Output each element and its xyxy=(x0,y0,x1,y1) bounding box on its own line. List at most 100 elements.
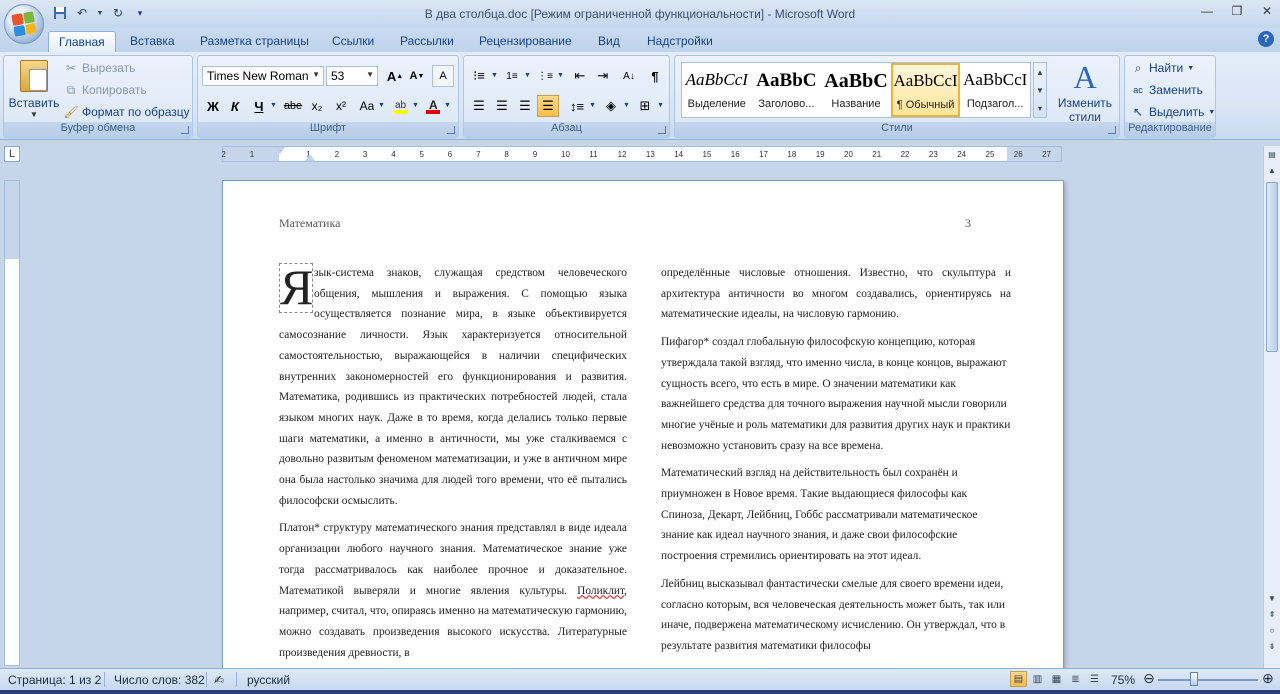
zoom-slider-thumb[interactable] xyxy=(1190,672,1198,686)
copy-button[interactable]: ⧉ Копировать xyxy=(64,80,147,100)
outline-view-icon[interactable]: ≣ xyxy=(1067,671,1084,687)
office-button[interactable] xyxy=(4,4,44,44)
tab-selector[interactable]: L xyxy=(4,146,20,162)
tab-insert[interactable]: Вставка xyxy=(120,31,185,52)
style-heading[interactable]: AaBbC Заголово... xyxy=(752,63,822,117)
decrease-indent-button[interactable]: ⇤ xyxy=(569,65,591,87)
align-center-button[interactable]: ☰ xyxy=(491,95,513,117)
increase-indent-button[interactable]: ⇥ xyxy=(592,65,614,87)
dialog-launcher-icon[interactable] xyxy=(658,126,666,134)
change-case-button[interactable]: Aa xyxy=(356,95,378,117)
paste-button[interactable]: Вставить ▼ xyxy=(8,60,60,120)
chevron-down-icon[interactable]: ▼ xyxy=(270,102,277,109)
subscript-button[interactable]: x₂ xyxy=(306,95,328,117)
browse-object-icon[interactable]: ○ xyxy=(1265,624,1279,638)
change-styles-button[interactable]: A Изменить стили xyxy=(1055,58,1115,124)
superscript-button[interactable]: x² xyxy=(330,95,352,117)
bullets-button[interactable]: ⁝≡ xyxy=(468,65,490,87)
grow-font-button[interactable]: A ▲ xyxy=(384,65,406,87)
justify-button[interactable]: ☰ xyxy=(537,95,559,117)
chevron-down-icon[interactable]: ▼ xyxy=(412,102,419,109)
vertical-scrollbar[interactable]: ▤ ▲ ▼ ⇞ ○ ⇟ xyxy=(1263,146,1280,668)
chevron-down-icon[interactable]: ▼ xyxy=(312,70,320,79)
help-icon[interactable]: ? xyxy=(1258,31,1274,47)
select-button[interactable]: ↖ Выделить ▼ xyxy=(1131,102,1215,122)
text-column-left[interactable]: Язык-система знаков, служащая средством … xyxy=(279,262,627,669)
chevron-down-icon[interactable]: ▼ xyxy=(1036,86,1044,95)
format-painter-button[interactable]: 🖌 Формат по образцу xyxy=(63,102,189,122)
dialog-launcher-icon[interactable] xyxy=(181,126,189,134)
text-column-right[interactable]: определённые числовые отношения. Известн… xyxy=(661,263,1011,664)
ruler-toggle-icon[interactable]: ▤ xyxy=(1265,148,1279,162)
chevron-down-icon[interactable]: ▼ xyxy=(491,72,498,79)
zoom-out-icon[interactable]: ⊖ xyxy=(1143,670,1155,687)
chevron-down-icon[interactable]: ▼ xyxy=(589,102,596,109)
font-size-combo[interactable]: 53 ▼ xyxy=(326,66,378,86)
chevron-down-icon[interactable]: ▼ xyxy=(366,70,374,79)
align-right-button[interactable]: ☰ xyxy=(514,95,536,117)
sort-button[interactable]: A↓ xyxy=(618,65,640,87)
scroll-down-icon[interactable]: ▼ xyxy=(1265,592,1279,606)
previous-page-icon[interactable]: ⇞ xyxy=(1265,608,1279,622)
next-page-icon[interactable]: ⇟ xyxy=(1265,640,1279,654)
hanging-indent-marker[interactable] xyxy=(305,154,315,161)
zoom-slider[interactable] xyxy=(1158,679,1258,681)
full-screen-reading-icon[interactable]: ▥ xyxy=(1029,671,1046,687)
shading-button[interactable]: ◈ xyxy=(600,95,622,117)
word-count[interactable]: Число слов: 382 xyxy=(114,673,205,687)
tab-home[interactable]: Главная xyxy=(48,31,116,52)
tab-mailings[interactable]: Рассылки xyxy=(390,31,464,52)
style-normal[interactable]: AaBbCcI ¶ Обычный xyxy=(890,63,961,117)
strikethrough-button[interactable]: abe xyxy=(282,95,304,117)
tab-page-layout[interactable]: Разметка страницы xyxy=(190,31,319,52)
bold-button[interactable]: Ж xyxy=(202,95,224,117)
style-title[interactable]: AaBbC Название xyxy=(821,63,891,117)
scrollbar-thumb[interactable] xyxy=(1266,182,1278,352)
close-button[interactable]: ✕ xyxy=(1260,4,1274,18)
document-page[interactable]: Математика 3 Язык-система знаков, служащ… xyxy=(222,180,1064,670)
align-left-button[interactable]: ☰ xyxy=(468,95,490,117)
shrink-font-button[interactable]: A ▼ xyxy=(406,65,428,87)
chevron-down-icon[interactable]: ▼ xyxy=(623,102,630,109)
replace-button[interactable]: ac Заменить xyxy=(1131,80,1203,100)
print-layout-view-icon[interactable]: ▤ xyxy=(1010,671,1027,687)
show-marks-button[interactable]: ¶ xyxy=(644,65,666,87)
minimize-button[interactable]: — xyxy=(1200,4,1214,18)
chevron-down-icon[interactable]: ▼ xyxy=(444,102,451,109)
chevron-down-icon[interactable]: ▼ xyxy=(557,72,564,79)
tab-view[interactable]: Вид xyxy=(588,31,630,52)
first-line-indent-marker[interactable] xyxy=(275,147,285,154)
cut-button[interactable]: ✂ Вырезать xyxy=(64,58,135,78)
vertical-ruler[interactable] xyxy=(4,180,20,666)
numbering-button[interactable]: 1≡ xyxy=(501,65,523,87)
language-indicator[interactable]: русский xyxy=(247,673,290,687)
page-count[interactable]: Страница: 1 из 2 xyxy=(8,673,101,687)
chevron-down-icon[interactable]: ▼ xyxy=(524,72,531,79)
web-layout-icon[interactable]: ▦ xyxy=(1048,671,1065,687)
highlight-button[interactable]: ab xyxy=(390,95,412,117)
dialog-launcher-icon[interactable] xyxy=(447,126,455,134)
zoom-in-icon[interactable]: ⊕ xyxy=(1262,670,1274,687)
font-name-combo[interactable]: Times New Roman ▼ xyxy=(202,66,324,86)
drop-cap[interactable]: Я xyxy=(279,262,313,313)
tab-review[interactable]: Рецензирование xyxy=(469,31,582,52)
style-subtitle[interactable]: AaBbCcI Подзагол... xyxy=(960,63,1030,117)
dialog-launcher-icon[interactable] xyxy=(1108,126,1116,134)
font-color-button[interactable]: A xyxy=(422,95,444,117)
scroll-up-icon[interactable]: ▲ xyxy=(1265,164,1279,178)
find-button[interactable]: ⌕ Найти ▼ xyxy=(1131,58,1195,78)
misspelled-word[interactable]: Поликлит xyxy=(577,585,624,597)
maximize-button[interactable]: ❐ xyxy=(1230,4,1244,18)
horizontal-ruler[interactable]: 2 1 1 2 3 4 5 6 7 8 9 10 11 12 13 14 15 16 17 18 19 20 21 22 23 2… xyxy=(221,146,1062,162)
style-emphasis[interactable]: AaBbCcI Выделение xyxy=(682,63,752,117)
chevron-down-icon[interactable]: ▼ xyxy=(378,102,385,109)
tab-references[interactable]: Ссылки xyxy=(322,31,384,52)
draft-view-icon[interactable]: ☰ xyxy=(1086,671,1103,687)
chevron-up-icon[interactable]: ▲ xyxy=(1036,68,1044,77)
underline-button[interactable]: Ч xyxy=(248,95,270,117)
zoom-level[interactable]: 75% xyxy=(1111,673,1135,687)
clear-format-button[interactable]: A xyxy=(432,65,454,87)
italic-button[interactable]: К xyxy=(224,95,246,117)
more-icon[interactable]: ▾ xyxy=(1038,104,1042,113)
chevron-down-icon[interactable]: ▼ xyxy=(657,102,664,109)
